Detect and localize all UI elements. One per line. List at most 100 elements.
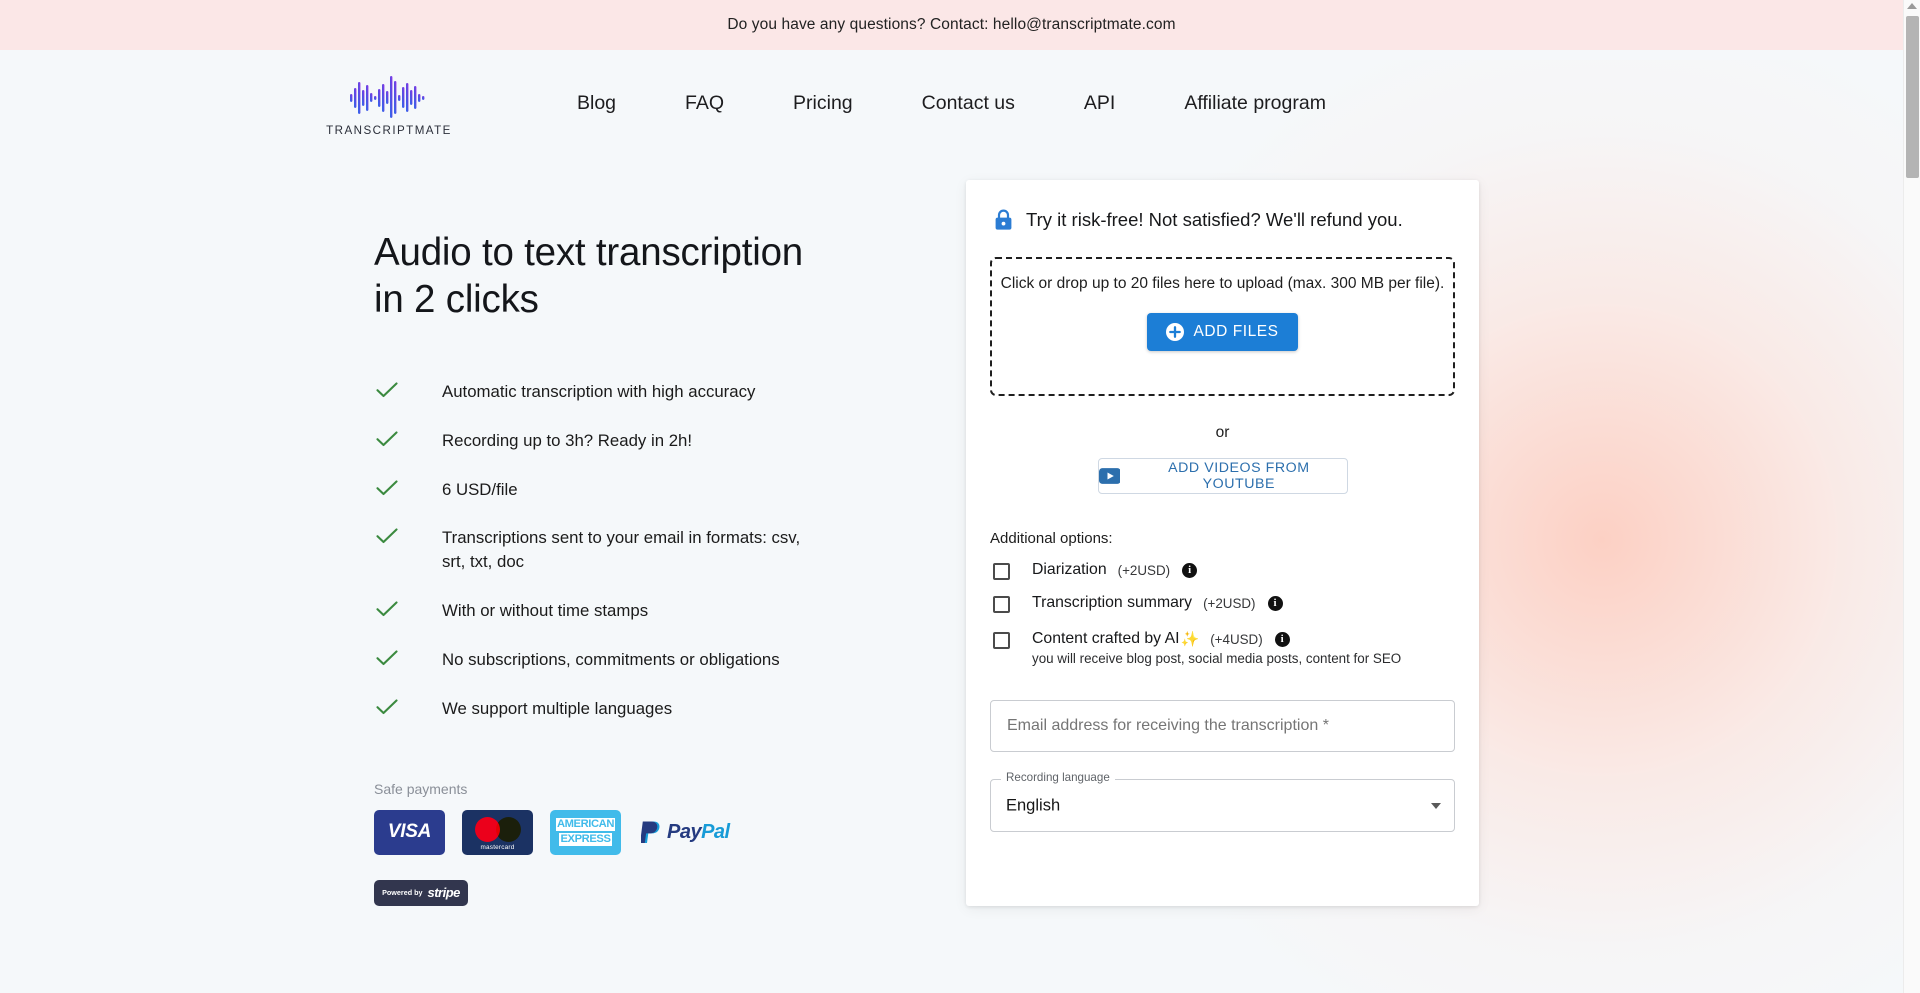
list-item: No subscriptions, commitments or obligat…	[374, 648, 844, 672]
option-body: Diarization (+2USD) i	[1032, 561, 1198, 579]
option-body: Content crafted by AI ✨ (+4USD) i you wi…	[1032, 630, 1401, 666]
option-label-transcription-summary: Transcription summary	[1032, 594, 1193, 611]
feature-text: Automatic transcription with high accura…	[442, 381, 756, 401]
option-line: Transcription summary (+2USD) i	[1032, 594, 1283, 612]
logo[interactable]: TRANSCRIPTMATE	[296, 71, 482, 137]
lock-icon	[995, 209, 1012, 230]
american-express-logo: AMERICAN EXPRESS	[550, 809, 621, 855]
recording-language-label: Recording language	[1001, 772, 1115, 784]
check-icon	[374, 648, 400, 666]
info-icon[interactable]: i	[1267, 595, 1283, 611]
mastercard-logo-text: mastercard	[480, 843, 515, 851]
file-dropzone[interactable]: Click or drop up to 20 files here to upl…	[990, 257, 1455, 396]
visa-logo-text: VISA	[387, 821, 432, 843]
list-item: 6 USD/file	[374, 478, 844, 502]
nav-item-contact-us[interactable]: Contact us	[922, 86, 1015, 121]
page-title: Audio to text transcription in 2 clicks	[374, 230, 844, 324]
check-icon	[374, 380, 400, 398]
mastercard-circles	[474, 816, 521, 842]
recording-language-value: English	[1006, 796, 1061, 814]
nav-item-faq[interactable]: FAQ	[685, 86, 724, 121]
logo-wordmark: TRANSCRIPTMATE	[326, 123, 452, 137]
feature-text: No subscriptions, commitments or obligat…	[442, 650, 780, 669]
hero-title-line-1: Audio to text transcription	[374, 231, 804, 274]
nav-item-api[interactable]: API	[1084, 86, 1115, 121]
scroll-up-arrow-icon[interactable]	[1907, 3, 1917, 9]
plus-circle-icon	[1166, 323, 1185, 341]
chevron-down-icon[interactable]	[1431, 802, 1441, 809]
safe-payments-section: Safe payments VISA mastercard AMERICAN E…	[374, 781, 844, 906]
recording-language-select[interactable]: Recording language English	[990, 772, 1455, 832]
option-price-diarization: (+2USD)	[1117, 562, 1171, 578]
site-header: TRANSCRIPTMATE Blog FAQ Pricing Contact …	[0, 50, 1903, 157]
checkbox-content-crafted-by-ai[interactable]	[993, 632, 1010, 649]
main-navigation: Blog FAQ Pricing Contact us API Affiliat…	[577, 86, 1326, 121]
or-separator-label: or	[1215, 424, 1230, 441]
upload-card: Try it risk-free! Not satisfied? We'll r…	[966, 180, 1479, 906]
option-row-diarization: Diarization (+2USD) i	[990, 561, 1455, 580]
option-sublabel-content-crafted-by-ai: you will receive blog post, social media…	[1032, 651, 1402, 666]
scrollbar-thumb[interactable]	[1906, 16, 1919, 178]
safe-payments-label: Safe payments	[374, 780, 468, 797]
hero-column: Audio to text transcription in 2 clicks …	[374, 180, 844, 906]
add-files-button-label: ADD FILES	[1193, 323, 1279, 340]
option-price-transcription-summary: (+2USD)	[1203, 595, 1256, 611]
paypal-text-pay: Pay	[667, 820, 702, 843]
feature-text: Transcriptions sent to your email in for…	[442, 528, 801, 572]
amex-line-2: EXPRESS	[559, 833, 612, 847]
check-icon	[374, 478, 400, 496]
paypal-logo-text: PayPal	[667, 821, 730, 844]
list-item: Transcriptions sent to your email in for…	[374, 526, 844, 574]
list-item: Automatic transcription with high accura…	[374, 380, 844, 404]
audio-waveform-icon	[350, 75, 425, 118]
option-line: Content crafted by AI ✨ (+4USD) i	[1032, 630, 1401, 648]
nav-item-pricing[interactable]: Pricing	[793, 86, 853, 121]
sparkles-icon: ✨	[1180, 631, 1200, 648]
option-row-transcription-summary: Transcription summary (+2USD) i	[990, 594, 1455, 613]
page-root: Do you have any questions? Contact: hell…	[0, 0, 1903, 993]
add-videos-from-youtube-button[interactable]: ADD VIDEOS FROM YOUTUBE	[1097, 458, 1348, 494]
checkbox-transcription-summary[interactable]	[993, 596, 1010, 613]
paypal-logo: PayPal	[638, 820, 730, 845]
option-price-content-crafted-by-ai: (+4USD)	[1210, 631, 1263, 647]
add-files-button[interactable]: ADD FILES	[1147, 313, 1298, 351]
stripe-logo-text: stripe	[427, 885, 460, 901]
announcement-bar: Do you have any questions? Contact: hell…	[0, 0, 1903, 50]
hero-title-line-2: in 2 clicks	[374, 277, 539, 321]
check-icon	[374, 697, 400, 715]
announcement-text: Do you have any questions? Contact: hell…	[727, 16, 1176, 33]
paypal-p-icon	[641, 821, 660, 843]
dropzone-instruction-text: Click or drop up to 20 files here to upl…	[1000, 275, 1445, 292]
main-content: Audio to text transcription in 2 clicks …	[0, 157, 1903, 906]
checkbox-diarization[interactable]	[993, 563, 1010, 580]
nav-item-blog[interactable]: Blog	[577, 86, 616, 121]
vertical-scrollbar[interactable]	[1903, 0, 1920, 993]
risk-free-banner: Try it risk-free! Not satisfied? We'll r…	[990, 209, 1455, 231]
info-icon[interactable]: i	[1274, 631, 1290, 647]
paypal-text-pal: Pal	[701, 820, 730, 843]
feature-text: We support multiple languages	[442, 698, 673, 718]
email-field[interactable]	[990, 700, 1455, 752]
additional-options-title: Additional options:	[990, 530, 1113, 547]
check-icon	[374, 599, 400, 617]
list-item: We support multiple languages	[374, 697, 844, 721]
option-label-diarization: Diarization	[1032, 561, 1107, 578]
option-body: Transcription summary (+2USD) i	[1032, 594, 1283, 612]
nav-item-affiliate-program[interactable]: Affiliate program	[1184, 86, 1326, 121]
info-icon[interactable]: i	[1182, 562, 1198, 578]
check-icon	[374, 429, 400, 447]
feature-text: Recording up to 3h? Ready in 2h!	[442, 430, 693, 450]
option-line: Diarization (+2USD) i	[1032, 561, 1198, 579]
stripe-powered-by-text: Powered by	[382, 888, 423, 898]
check-icon	[374, 526, 400, 544]
youtube-play-icon	[1098, 468, 1121, 484]
feature-list: Automatic transcription with high accura…	[374, 380, 844, 721]
option-label-content-crafted-by-ai: Content crafted by AI	[1032, 630, 1180, 647]
risk-free-text: Try it risk-free! Not satisfied? We'll r…	[1026, 209, 1403, 230]
payment-logos-row: VISA mastercard AMERICAN EXPRESS PayPal	[374, 809, 844, 855]
feature-text: With or without time stamps	[442, 601, 649, 621]
add-videos-from-youtube-label: ADD VIDEOS FROM YOUTUBE	[1168, 460, 1310, 492]
visa-logo: VISA	[374, 809, 445, 855]
list-item: Recording up to 3h? Ready in 2h!	[374, 429, 844, 453]
list-item: With or without time stamps	[374, 599, 844, 623]
